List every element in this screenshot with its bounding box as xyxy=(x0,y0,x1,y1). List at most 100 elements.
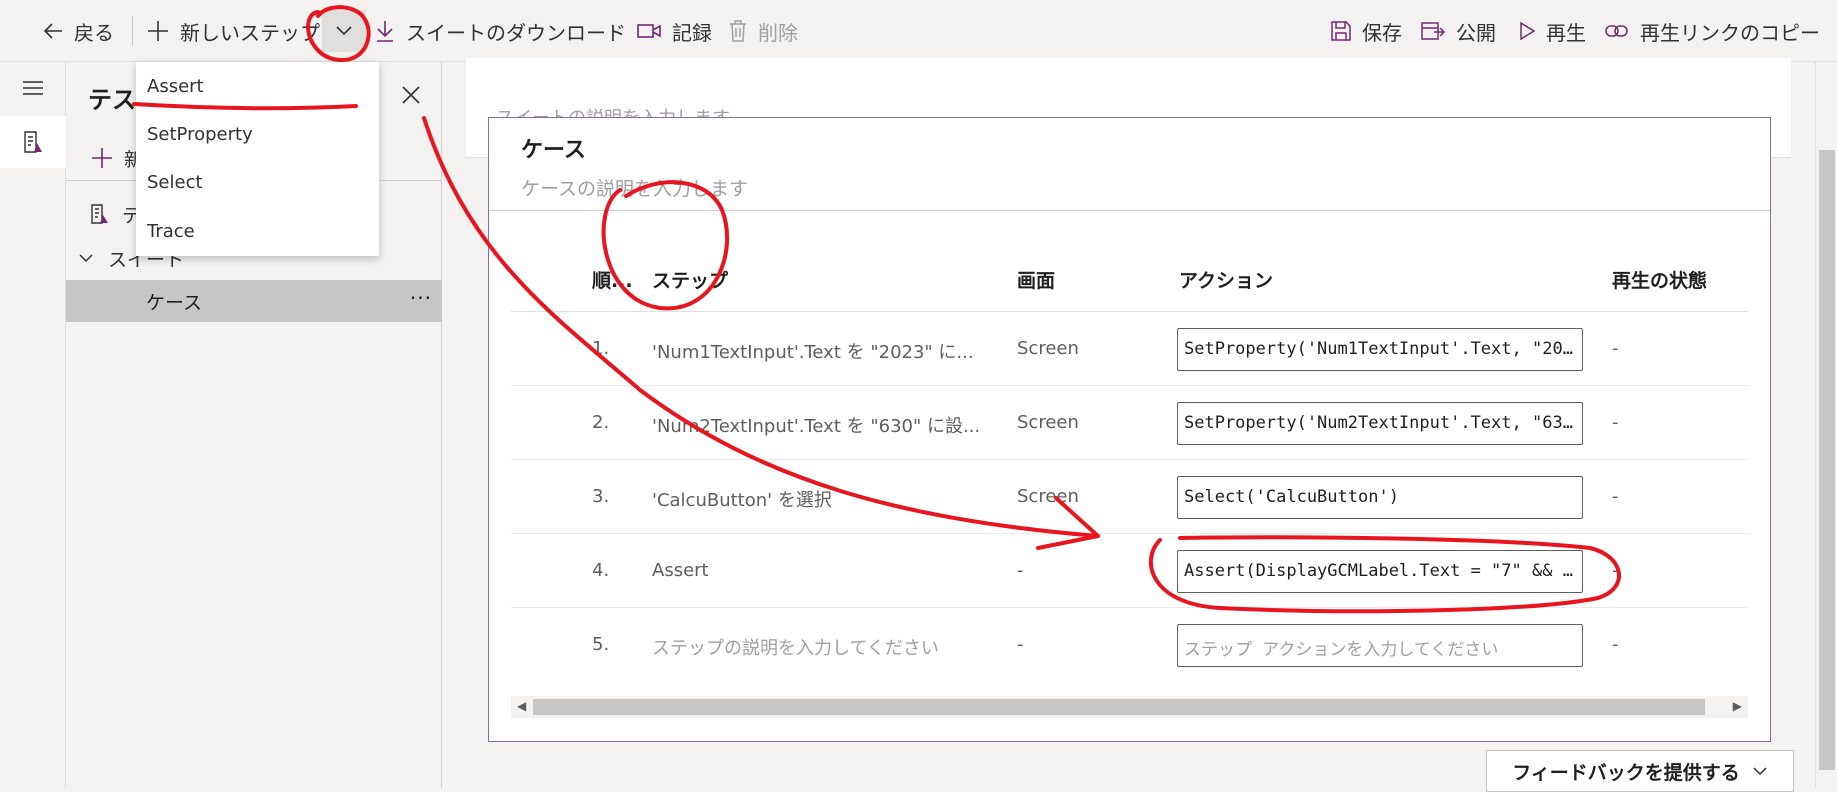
close-icon xyxy=(402,86,420,104)
row-status: - xyxy=(1612,338,1619,359)
column-header-status[interactable]: 再生の状態 xyxy=(1612,266,1707,293)
more-options-icon[interactable]: ··· xyxy=(410,286,432,310)
vertical-scrollbar[interactable] xyxy=(1815,62,1837,788)
publish-icon xyxy=(1421,22,1446,40)
row-screen: Screen xyxy=(1017,412,1079,433)
menu-item-select[interactable]: Select xyxy=(147,162,203,202)
play-label: 再生 xyxy=(1546,20,1586,45)
trash-icon xyxy=(730,20,746,42)
save-button[interactable]: 保存 xyxy=(1330,0,1402,62)
case-card: ケース ケースの説明を入力します 順... ステップ 画面 アクション 再生の状… xyxy=(488,117,1771,742)
arrow-left-icon xyxy=(43,23,62,39)
row-action-input[interactable]: Assert(DisplayGCMLabel.Text = "7" && ... xyxy=(1177,550,1583,593)
left-rail xyxy=(0,62,66,788)
pane-title: テス xyxy=(88,86,136,114)
close-pane-button[interactable] xyxy=(396,80,426,110)
table-row[interactable]: 4. Assert - Assert(DisplayGCMLabel.Text … xyxy=(511,534,1748,608)
back-button[interactable]: 戻る xyxy=(42,0,114,62)
feedback-label: フィードバックを提供する xyxy=(1512,761,1740,784)
new-step-dropdown-button[interactable] xyxy=(322,10,366,52)
command-bar: 戻る 新しいステップ スイートのダウンロード 記録 削除 保存 公開 再生 再生… xyxy=(0,0,1837,62)
record-button[interactable]: 記録 xyxy=(636,0,712,62)
case-description-input[interactable]: ケースの説明を入力します xyxy=(521,174,748,201)
row-step-description[interactable]: 'Num1TextInput'.Text を "2023" に... xyxy=(652,338,974,364)
download-suite-label: スイートのダウンロード xyxy=(406,20,626,45)
feedback-button[interactable]: フィードバックを提供する xyxy=(1486,750,1794,792)
column-header-screen[interactable]: 画面 xyxy=(1017,266,1055,293)
row-number: 1. xyxy=(592,338,610,359)
table-row[interactable]: 1. 'Num1TextInput'.Text を "2023" に... Sc… xyxy=(511,312,1748,386)
tree-item-test[interactable]: テ xyxy=(90,194,141,234)
test-icon xyxy=(91,204,108,224)
publish-button[interactable]: 公開 xyxy=(1420,0,1496,62)
scroll-right-arrow-icon[interactable]: ▶ xyxy=(1733,699,1742,713)
menu-item-setproperty[interactable]: SetProperty xyxy=(147,114,253,154)
row-screen: Screen xyxy=(1017,486,1079,507)
row-status: - xyxy=(1612,412,1619,433)
row-step-description[interactable]: ステップの説明を入力してください xyxy=(652,634,939,660)
table-row[interactable]: 2. 'Num2TextInput'.Text を "630" に設... Sc… xyxy=(511,386,1748,460)
scroll-left-arrow-icon[interactable]: ◀ xyxy=(517,699,526,713)
row-action-input[interactable]: SetProperty('Num1TextInput'.Text, "2023"… xyxy=(1177,328,1583,371)
chevron-down-icon xyxy=(336,26,352,36)
save-label: 保存 xyxy=(1362,20,1402,45)
row-screen: Screen xyxy=(1017,338,1079,359)
copy-play-link-button[interactable]: 再生リンクのコピー xyxy=(1604,0,1820,62)
row-status: - xyxy=(1612,486,1619,507)
row-action-input[interactable]: ステップ アクションを入力してください xyxy=(1177,624,1583,667)
hamburger-menu-button[interactable] xyxy=(0,62,66,114)
case-divider xyxy=(489,210,1770,211)
publish-label: 公開 xyxy=(1456,20,1496,45)
hamburger-icon xyxy=(23,81,43,95)
tree-item-case-label: ケース xyxy=(146,291,203,314)
horizontal-scrollbar[interactable]: ◀ ▶ xyxy=(511,696,1748,718)
download-suite-button[interactable]: スイートのダウンロード xyxy=(374,0,626,62)
column-header-action[interactable]: アクション xyxy=(1179,266,1273,293)
row-number: 3. xyxy=(592,486,610,507)
download-icon xyxy=(377,21,393,42)
copy-play-link-label: 再生リンクのコピー xyxy=(1640,20,1820,45)
horizontal-scroll-thumb[interactable] xyxy=(533,699,1705,715)
tree-item-case[interactable]: ケース ··· xyxy=(66,280,442,322)
column-header-step[interactable]: ステップ xyxy=(652,266,728,293)
table-row[interactable]: 3. 'CalcuButton' を選択 Screen Select('Calc… xyxy=(511,460,1748,534)
new-step-label: 新しいステップ xyxy=(180,20,320,45)
table-row[interactable]: 5. ステップの説明を入力してください - ステップ アクションを入力してくださ… xyxy=(511,608,1748,682)
row-screen: - xyxy=(1017,560,1024,581)
new-step-dropdown-menu: Assert SetProperty Select Trace xyxy=(136,62,379,256)
test-icon xyxy=(24,131,42,153)
row-screen: - xyxy=(1017,634,1024,655)
link-icon xyxy=(1605,25,1628,37)
row-action-input[interactable]: Select('CalcuButton') xyxy=(1177,476,1583,519)
record-label: 記録 xyxy=(672,20,712,45)
column-header-order[interactable]: 順... xyxy=(592,266,633,293)
video-camera-icon xyxy=(637,24,661,38)
chevron-down-icon xyxy=(1753,767,1767,776)
vertical-scroll-thumb[interactable] xyxy=(1819,150,1835,770)
delete-label: 削除 xyxy=(758,20,798,45)
case-title[interactable]: ケース xyxy=(521,132,586,164)
back-label: 戻る xyxy=(74,20,114,45)
row-number: 2. xyxy=(592,412,610,433)
separator xyxy=(132,16,133,46)
new-step-button[interactable]: 新しいステップ xyxy=(146,0,320,62)
row-action-input[interactable]: SetProperty('Num2TextInput'.Text, "630") xyxy=(1177,402,1583,445)
row-step-description[interactable]: Assert xyxy=(652,560,709,581)
save-icon xyxy=(1331,21,1351,41)
row-number: 4. xyxy=(592,560,610,581)
row-status: - xyxy=(1612,634,1619,655)
menu-item-assert[interactable]: Assert xyxy=(147,66,204,106)
chevron-down-icon xyxy=(79,254,93,263)
plus-icon xyxy=(92,148,112,168)
row-step-description[interactable]: 'CalcuButton' を選択 xyxy=(652,486,832,512)
row-number: 5. xyxy=(592,634,610,655)
main-editor: スイートの説明を入力します ケース ケースの説明を入力します 順... ステップ… xyxy=(442,58,1815,788)
play-icon xyxy=(1520,21,1536,41)
row-status: - xyxy=(1612,560,1619,581)
play-button[interactable]: 再生 xyxy=(1518,0,1586,62)
plus-icon xyxy=(148,21,168,41)
delete-button[interactable]: 削除 xyxy=(728,0,798,62)
test-studio-rail-button[interactable] xyxy=(0,116,66,168)
row-step-description[interactable]: 'Num2TextInput'.Text を "630" に設... xyxy=(652,412,980,438)
menu-item-trace[interactable]: Trace xyxy=(147,211,195,251)
